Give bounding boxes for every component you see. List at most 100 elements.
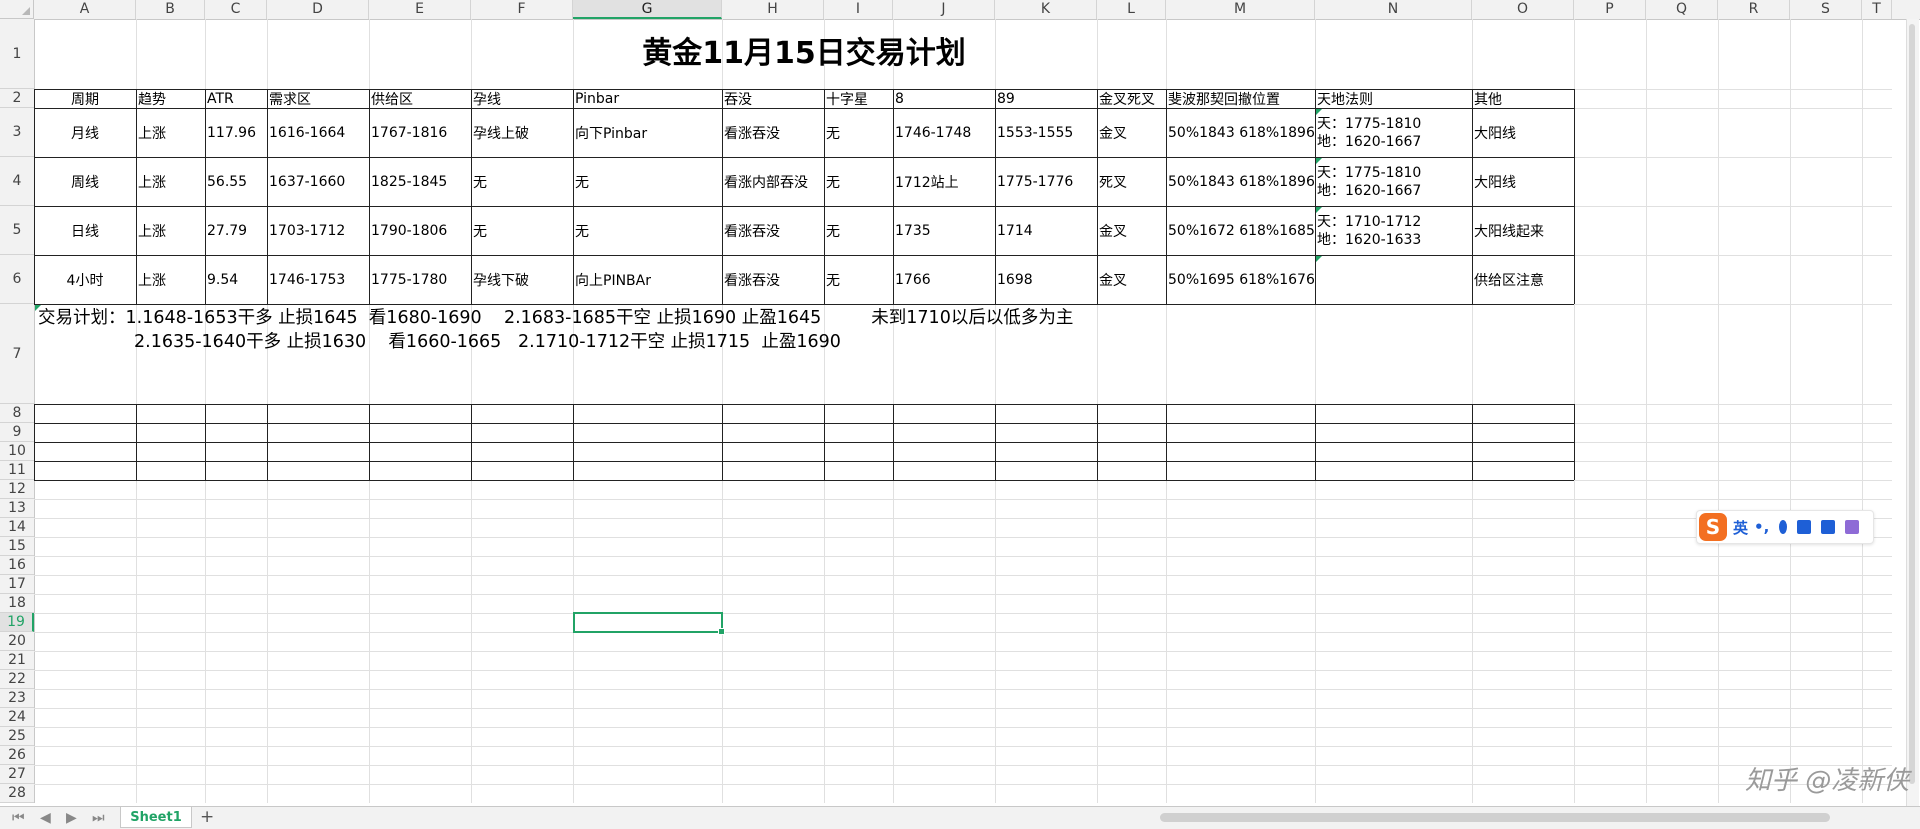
row-header-7[interactable]: 7 (0, 304, 34, 404)
tiandi-cell[interactable]: 天：1710-1712 地：1620-1633 (1315, 206, 1472, 255)
table-cell-fib[interactable]: 50%1695 618%1676 (1166, 255, 1315, 304)
table-cell-fib[interactable]: 50%1843 618%1896 (1166, 157, 1315, 206)
table-cell-inside[interactable]: 孕线下破 (471, 255, 573, 304)
column-header-m[interactable]: M (1166, 0, 1315, 19)
row-header-2[interactable]: 2 (0, 89, 34, 108)
table-cell-doji[interactable]: 无 (824, 108, 893, 157)
table-cell-fib[interactable]: 50%1843 618%1896 (1166, 108, 1315, 157)
vertical-scroll-thumb[interactable] (1909, 24, 1915, 784)
table-header-cell[interactable]: 供给区 (369, 89, 471, 108)
table-header-cell[interactable]: 89 (995, 89, 1097, 108)
table-cell-trend[interactable]: 上涨 (136, 255, 205, 304)
tiandi-cell[interactable]: 天：1775-1810 地：1620-1667 (1315, 108, 1472, 157)
horizontal-scroll-thumb[interactable] (1160, 813, 1830, 822)
row-header-20[interactable]: 20 (0, 632, 34, 651)
table-cell-inside[interactable]: 无 (471, 206, 573, 255)
column-header-h[interactable]: H (722, 0, 824, 19)
column-header-j[interactable]: J (893, 0, 995, 19)
row-header-13[interactable]: 13 (0, 499, 34, 518)
table-cell-pinbar[interactable]: 无 (573, 206, 722, 255)
table-cell-atr[interactable]: 56.55 (205, 157, 267, 206)
row-header-1[interactable]: 1 (0, 19, 34, 89)
table-header-cell[interactable]: 斐波那契回撤位置 (1166, 89, 1315, 108)
column-header-n[interactable]: N (1315, 0, 1472, 19)
table-cell-ma89[interactable]: 1553-1555 (995, 108, 1097, 157)
table-header-cell[interactable]: 孕线 (471, 89, 573, 108)
keyboard-icon[interactable] (1797, 520, 1812, 534)
row-header-28[interactable]: 28 (0, 784, 34, 803)
table-cell-period[interactable]: 日线 (34, 206, 136, 255)
table-cell-demand[interactable]: 1616-1664 (267, 108, 369, 157)
table-cell-doji[interactable]: 无 (824, 255, 893, 304)
active-cell-selection[interactable] (573, 612, 725, 635)
row-header-23[interactable]: 23 (0, 689, 34, 708)
row-header-24[interactable]: 24 (0, 708, 34, 727)
column-header-s[interactable]: S (1790, 0, 1862, 19)
table-cell-inside[interactable]: 孕线上破 (471, 108, 573, 157)
table-cell-atr[interactable]: 27.79 (205, 206, 267, 255)
column-header-f[interactable]: F (471, 0, 573, 19)
table-cell-ma8[interactable]: 1766 (893, 255, 995, 304)
table-cell-period[interactable]: 周线 (34, 157, 136, 206)
table-cell-engulf[interactable]: 看涨吞没 (722, 206, 824, 255)
ime-toolbar[interactable]: S 英 •, (1696, 510, 1874, 544)
table-cell-ma8[interactable]: 1746-1748 (893, 108, 995, 157)
table-cell-cross[interactable]: 死叉 (1097, 157, 1166, 206)
row-header-8[interactable]: 8 (0, 404, 34, 423)
row-header-16[interactable]: 16 (0, 556, 34, 575)
row-header-26[interactable]: 26 (0, 746, 34, 765)
column-header-p[interactable]: P (1574, 0, 1646, 19)
table-header-cell[interactable]: 周期 (34, 89, 136, 108)
table-cell-demand[interactable]: 1637-1660 (267, 157, 369, 206)
row-header-11[interactable]: 11 (0, 461, 34, 480)
row-header-21[interactable]: 21 (0, 651, 34, 670)
row-header-25[interactable]: 25 (0, 727, 34, 746)
row-header-9[interactable]: 9 (0, 423, 34, 442)
table-header-cell[interactable]: 天地法则 (1315, 89, 1472, 108)
table-cell-trend[interactable]: 上涨 (136, 157, 205, 206)
first-sheet-icon[interactable]: ⏮ (12, 810, 25, 826)
row-header-27[interactable]: 27 (0, 765, 34, 784)
table-cell-pinbar[interactable]: 无 (573, 157, 722, 206)
row-header-19[interactable]: 19 (0, 613, 34, 632)
row-header-14[interactable]: 14 (0, 518, 34, 537)
ime-language-toggle[interactable]: 英 (1733, 517, 1748, 538)
table-cell-pinbar[interactable]: 向上PINBAr (573, 255, 722, 304)
table-cell-atr[interactable]: 117.96 (205, 108, 267, 157)
row-header-12[interactable]: 12 (0, 480, 34, 499)
ime-punctuation-toggle[interactable]: •, (1754, 518, 1769, 536)
row-header-3[interactable]: 3 (0, 108, 34, 157)
next-sheet-icon[interactable]: ▶ (66, 810, 77, 826)
table-cell-supply[interactable]: 1790-1806 (369, 206, 471, 255)
table-cell-cross[interactable]: 金叉 (1097, 206, 1166, 255)
table-header-cell[interactable]: 其他 (1472, 89, 1574, 108)
table-cell-fib[interactable]: 50%1672 618%1685 (1166, 206, 1315, 255)
add-sheet-button[interactable]: + (200, 807, 214, 828)
table-header-cell[interactable]: ATR (205, 89, 267, 108)
table-cell-period[interactable]: 月线 (34, 108, 136, 157)
table-cell-supply[interactable]: 1825-1845 (369, 157, 471, 206)
table-cell-ma89[interactable]: 1775-1776 (995, 157, 1097, 206)
table-cell-cross[interactable]: 金叉 (1097, 108, 1166, 157)
column-header-a[interactable]: A (34, 0, 136, 19)
column-header-g[interactable]: G (573, 0, 722, 19)
prev-sheet-icon[interactable]: ◀ (40, 810, 51, 826)
table-header-cell[interactable]: Pinbar (573, 89, 722, 108)
skin-shirt-icon[interactable] (1821, 520, 1836, 534)
column-header-i[interactable]: I (824, 0, 893, 19)
table-cell-supply[interactable]: 1775-1780 (369, 255, 471, 304)
table-header-cell[interactable]: 趋势 (136, 89, 205, 108)
table-cell-inside[interactable]: 无 (471, 157, 573, 206)
column-header-k[interactable]: K (995, 0, 1097, 19)
table-cell-ma89[interactable]: 1714 (995, 206, 1097, 255)
table-cell-ma8[interactable]: 1712站上 (893, 157, 995, 206)
table-cell-atr[interactable]: 9.54 (205, 255, 267, 304)
table-cell-doji[interactable]: 无 (824, 157, 893, 206)
row-header-4[interactable]: 4 (0, 157, 34, 206)
table-header-cell[interactable]: 金叉死叉 (1097, 89, 1166, 108)
table-header-cell[interactable]: 吞没 (722, 89, 824, 108)
column-header-e[interactable]: E (369, 0, 471, 19)
tiandi-cell[interactable]: 天：1775-1810 地：1620-1667 (1315, 157, 1472, 206)
table-cell-other[interactable]: 供给区注意 (1472, 255, 1574, 304)
row-header-6[interactable]: 6 (0, 255, 34, 304)
